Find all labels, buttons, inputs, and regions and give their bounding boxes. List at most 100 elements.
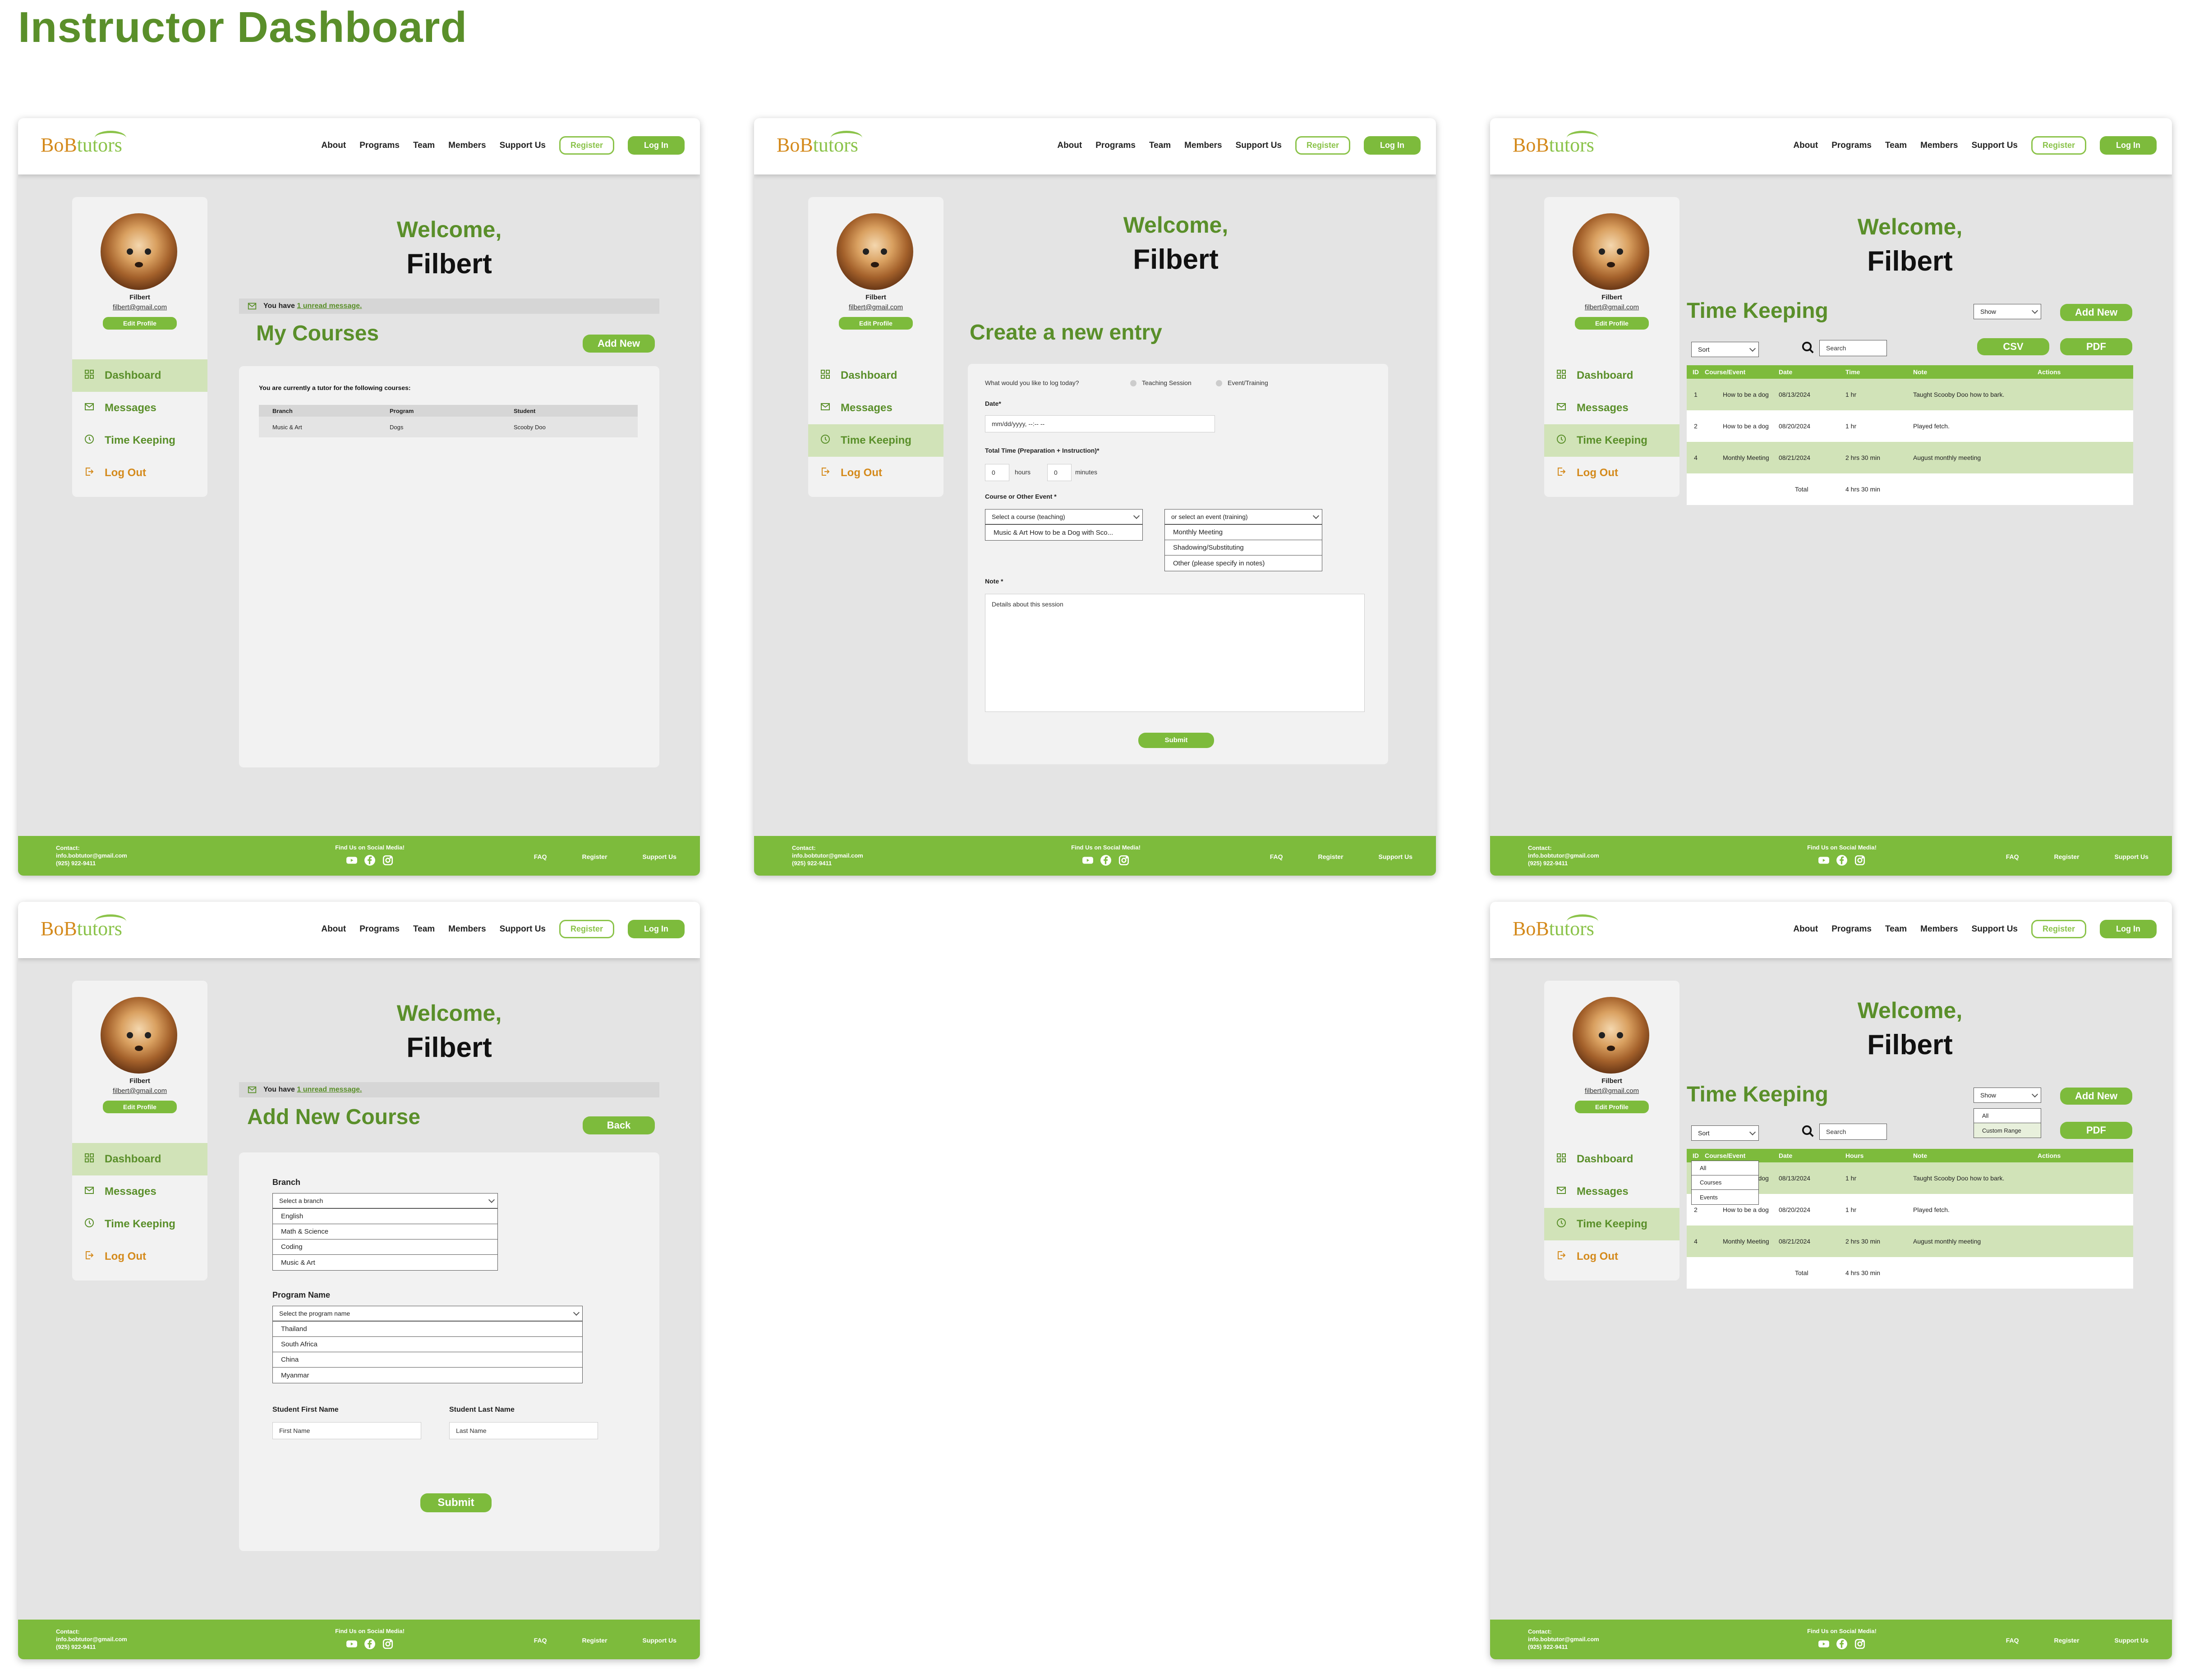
instagram-icon[interactable] [382, 1638, 394, 1650]
sidebar-item-messages[interactable]: Messages [72, 392, 207, 424]
sort-option[interactable]: Events [1692, 1190, 1758, 1204]
course-select[interactable]: Select a course (teaching) [985, 509, 1143, 524]
nav-link-programs[interactable]: Programs [1831, 924, 1872, 934]
sidebar-item-dashboard[interactable]: Dashboard [1544, 1143, 1679, 1175]
instagram-icon[interactable] [382, 854, 394, 866]
sidebar-item-dashboard[interactable]: Dashboard [808, 359, 943, 392]
show-select[interactable]: Show [1974, 304, 2041, 319]
footer-link-support-us[interactable]: Support Us [643, 853, 676, 860]
show-option[interactable]: Custom Range [1974, 1123, 2041, 1138]
last-name-input[interactable]: Last Name [449, 1422, 598, 1439]
edit-profile-button[interactable]: Edit Profile [103, 317, 177, 330]
logo[interactable]: BoB tutors [1513, 914, 1598, 940]
sidebar-item-log-out[interactable]: Log Out [72, 1240, 207, 1273]
nav-link-team[interactable]: Team [1149, 141, 1171, 151]
profile-email[interactable]: filbert@gmail.com [72, 1087, 207, 1095]
unread-link[interactable]: 1 unread message. [297, 302, 362, 310]
nav-link-team[interactable]: Team [1885, 924, 1907, 934]
nav-link-about[interactable]: About [1793, 924, 1818, 934]
youtube-icon[interactable] [1082, 854, 1094, 866]
branch-option[interactable]: English [273, 1209, 497, 1224]
nav-link-programs[interactable]: Programs [1095, 141, 1136, 151]
sidebar-item-log-out[interactable]: Log Out [1544, 1240, 1679, 1273]
add-new-button[interactable]: Add New [583, 335, 655, 353]
branch-select[interactable]: Select a branch [272, 1193, 498, 1208]
logo[interactable]: BoB tutors [777, 131, 862, 156]
instagram-icon[interactable] [1854, 1638, 1866, 1650]
sidebar-item-log-out[interactable]: Log Out [808, 457, 943, 489]
footer-link-faq[interactable]: FAQ [2006, 853, 2019, 860]
sort-select[interactable]: Sort [1691, 342, 1759, 357]
sidebar-item-dashboard[interactable]: Dashboard [1544, 359, 1679, 392]
footer-link-support-us[interactable]: Support Us [2115, 853, 2149, 860]
youtube-icon[interactable] [346, 1638, 358, 1650]
search-icon[interactable] [1801, 1125, 1815, 1138]
facebook-icon[interactable] [364, 1638, 376, 1650]
table-row[interactable]: 4 Monthly Meeting 08/21/2024 2 hrs 30 mi… [1687, 1226, 2133, 1257]
sidebar-item-time-keeping[interactable]: Time Keeping [808, 424, 943, 457]
note-textarea[interactable]: Details about this session [985, 594, 1365, 712]
add-new-button[interactable]: Add New [2060, 304, 2132, 321]
nav-link-support-us[interactable]: Support Us [500, 141, 546, 151]
register-button[interactable]: Register [1295, 136, 1351, 155]
nav-link-team[interactable]: Team [1885, 141, 1907, 151]
program-option[interactable]: South Africa [273, 1337, 582, 1352]
program-option[interactable]: Myanmar [273, 1368, 582, 1383]
footer-link-faq[interactable]: FAQ [2006, 1637, 2019, 1644]
profile-email[interactable]: filbert@gmail.com [1544, 1087, 1679, 1095]
nav-link-support-us[interactable]: Support Us [1236, 141, 1282, 151]
sort-select[interactable]: Sort [1691, 1125, 1759, 1141]
sort-option[interactable]: Courses [1692, 1175, 1758, 1190]
radio-teaching[interactable]: Teaching Session [1130, 379, 1192, 387]
branch-option[interactable]: Math & Science [273, 1224, 497, 1239]
table-row[interactable]: 4 Monthly Meeting 08/21/2024 2 hrs 30 mi… [1687, 442, 2133, 473]
program-option[interactable]: China [273, 1352, 582, 1368]
sidebar-item-time-keeping[interactable]: Time Keeping [72, 1208, 207, 1240]
hours-input[interactable]: 0 [985, 464, 1009, 481]
sidebar-item-messages[interactable]: Messages [72, 1175, 207, 1208]
profile-email[interactable]: filbert@gmail.com [808, 303, 943, 311]
youtube-icon[interactable] [346, 854, 358, 866]
facebook-icon[interactable] [1836, 854, 1848, 866]
nav-link-about[interactable]: About [321, 141, 346, 151]
event-select[interactable]: or select an event (training) [1164, 509, 1322, 524]
nav-link-support-us[interactable]: Support Us [500, 924, 546, 934]
edit-profile-button[interactable]: Edit Profile [1575, 317, 1649, 330]
youtube-icon[interactable] [1818, 854, 1830, 866]
sidebar-item-dashboard[interactable]: Dashboard [72, 1143, 207, 1175]
logo[interactable]: BoB tutors [1513, 131, 1598, 156]
register-button[interactable]: Register [2031, 136, 2087, 155]
sort-option[interactable]: All [1692, 1161, 1758, 1175]
footer-link-faq[interactable]: FAQ [1270, 853, 1283, 860]
profile-email[interactable]: filbert@gmail.com [72, 303, 207, 311]
sidebar-item-messages[interactable]: Messages [1544, 1175, 1679, 1208]
nav-link-members[interactable]: Members [448, 141, 486, 151]
table-row[interactable]: 2 How to be a dog 08/20/2024 1 hr Played… [1687, 410, 2133, 442]
table-row[interactable]: 1 How to be a dog 08/13/2024 1 hr Taught… [1687, 379, 2133, 410]
edit-profile-button[interactable]: Edit Profile [839, 317, 913, 330]
instagram-icon[interactable] [1118, 854, 1130, 866]
sidebar-item-time-keeping[interactable]: Time Keeping [1544, 1208, 1679, 1240]
register-button[interactable]: Register [559, 920, 615, 938]
profile-email[interactable]: filbert@gmail.com [1544, 303, 1679, 311]
show-option[interactable]: All [1974, 1109, 2041, 1123]
facebook-icon[interactable] [1100, 854, 1112, 866]
nav-link-programs[interactable]: Programs [359, 141, 400, 151]
nav-link-members[interactable]: Members [1920, 141, 1958, 151]
register-button[interactable]: Register [2031, 920, 2087, 938]
nav-link-members[interactable]: Members [1920, 924, 1958, 934]
nav-link-programs[interactable]: Programs [359, 924, 400, 934]
edit-profile-button[interactable]: Edit Profile [103, 1101, 177, 1113]
nav-link-support-us[interactable]: Support Us [1972, 924, 2018, 934]
footer-link-register[interactable]: Register [582, 1637, 607, 1644]
nav-link-members[interactable]: Members [1184, 141, 1222, 151]
program-select[interactable]: Select the program name [272, 1306, 583, 1321]
show-select[interactable]: Show [1974, 1088, 2041, 1103]
nav-link-about[interactable]: About [1057, 141, 1082, 151]
footer-email[interactable]: info.bobtutor@gmail.com [56, 1635, 127, 1643]
nav-link-members[interactable]: Members [448, 924, 486, 934]
footer-link-register[interactable]: Register [2054, 1637, 2080, 1644]
branch-option[interactable]: Coding [273, 1239, 497, 1255]
add-new-button[interactable]: Add New [2060, 1088, 2132, 1105]
nav-link-about[interactable]: About [1793, 141, 1818, 151]
